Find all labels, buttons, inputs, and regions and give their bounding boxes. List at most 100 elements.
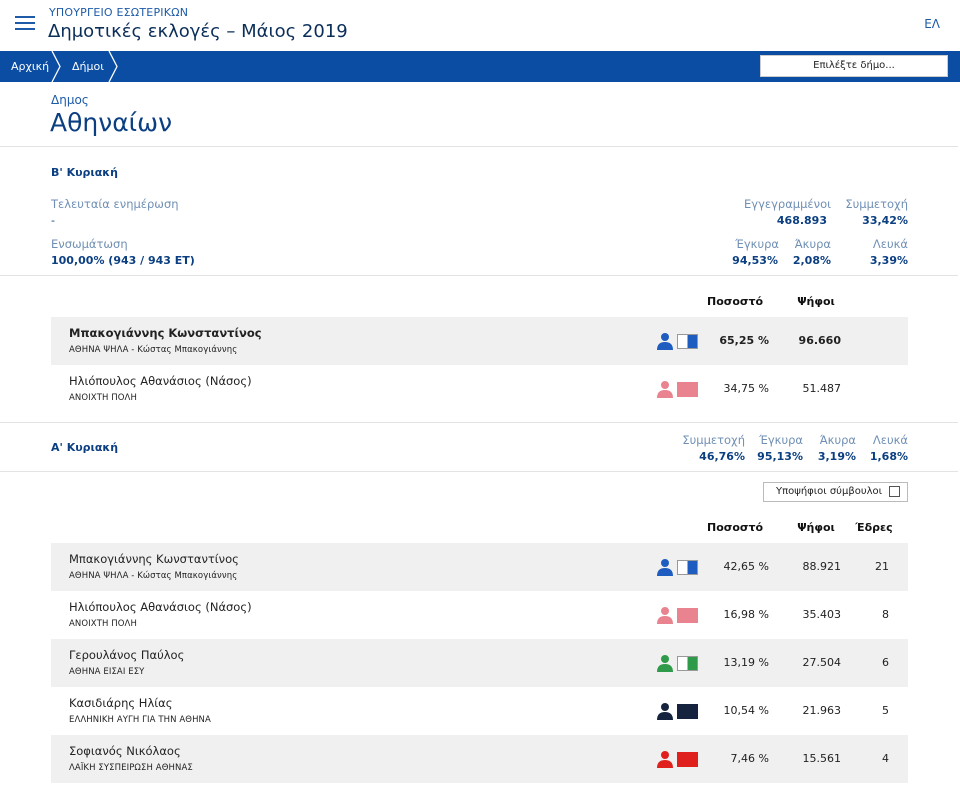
blank-value: 3,39% [869, 254, 908, 267]
candidate-name: Ηλιόπουλος Αθανάσιος (Νάσος) [69, 374, 252, 388]
round-a-title: Α' Κυριακή [51, 441, 119, 454]
blank-label: Λευκά [872, 237, 908, 251]
votes-value: 88.921 [802, 560, 842, 573]
valid-value: 95,13% [757, 450, 803, 463]
turnout-label: Συμμετοχή [682, 433, 745, 447]
table-row[interactable]: Ηλιόπουλος Αθανάσιος (Νάσος) ΑΝΟΙΧΤΗ ΠΟΛ… [51, 365, 908, 413]
divider [0, 146, 958, 147]
divider [0, 422, 958, 423]
column-header-seats: Έδρες [855, 521, 893, 534]
councillors-toggle-label: Υποψήφιοι σύμβουλοι [776, 486, 883, 497]
votes-value: 27.504 [802, 656, 842, 669]
candidate-person-icon [657, 559, 673, 576]
invalid-label: Άκυρα [794, 237, 831, 251]
party-name: ΛΑΪΚΗ ΣΥΣΠΕΙΡΩΣΗ ΑΘΗΝΑΣ [69, 763, 193, 773]
candidate-name: Μπακογιάννης Κωνσταντίνος [69, 552, 239, 566]
valid-label: Έγκυρα [735, 237, 779, 251]
table-row[interactable]: Σοφιανός Νικόλαος ΛΑΪΚΗ ΣΥΣΠΕΙΡΩΣΗ ΑΘΗΝΑ… [51, 735, 908, 783]
chevron-right-icon [108, 51, 118, 82]
municipality-label: Δημος [51, 93, 89, 107]
divider [0, 471, 958, 472]
valid-label: Έγκυρα [759, 433, 803, 447]
votes-value: 35.403 [802, 608, 842, 621]
candidate-name: Κασιδιάρης Ηλίας [69, 696, 173, 710]
percent-value: 65,25 % [719, 334, 769, 347]
municipality-select[interactable]: Επιλέξτε δήμο... [760, 55, 948, 77]
chevron-right-icon [51, 51, 61, 82]
percent-value: 13,19 % [723, 656, 769, 669]
table-row[interactable]: Γερουλάνος Παύλος ΑΘΗΝΑ ΕΙΣΑΙ ΕΣΥ 13,19 … [51, 639, 908, 687]
candidate-person-icon [657, 751, 673, 768]
votes-value: 96.660 [798, 334, 841, 347]
turnout-label: Συμμετοχή [845, 197, 908, 211]
councillors-checkbox[interactable] [889, 486, 900, 497]
blank-value: 1,68% [869, 450, 908, 463]
candidate-person-icon [657, 607, 673, 624]
round-b-title: Β' Κυριακή [51, 166, 118, 179]
breadcrumb-municipalities[interactable]: Δήμοι [72, 51, 104, 82]
party-name: ΑΝΟΙΧΤΗ ΠΟΛΗ [69, 393, 137, 403]
party-name: ΑΘΗΝΑ ΨΗΛΑ - Κώστας Μπακογιάννης [69, 345, 238, 355]
column-header-percent: Ποσοστό [706, 521, 764, 534]
invalid-value: 2,08% [792, 254, 831, 267]
table-row[interactable]: Μπακογιάννης Κωνσταντίνος ΑΘΗΝΑ ΨΗΛΑ - Κ… [51, 543, 908, 591]
last-update-value: - [51, 214, 55, 227]
column-header-percent: Ποσοστό [706, 295, 764, 308]
candidate-name: Μπακογιάννης Κωνσταντίνος [69, 326, 262, 340]
party-color-flag-icon [677, 560, 698, 575]
ministry-label: ΥΠΟΥΡΓΕΙΟ ΕΣΩΤΕΡΙΚΩΝ [49, 6, 189, 19]
table-row[interactable]: Κασιδιάρης Ηλίας ΕΛΛΗΝΙΚΗ ΑΥΓΗ ΓΙΑ ΤΗΝ Α… [51, 687, 908, 735]
hamburger-menu-icon[interactable] [15, 16, 35, 32]
party-name: ΕΛΛΗΝΙΚΗ ΑΥΓΗ ΓΙΑ ΤΗΝ ΑΘΗΝΑ [69, 715, 211, 725]
breadcrumb-home[interactable]: Αρχική [11, 51, 49, 82]
incorporation-label: Ενσωμάτωση [51, 237, 128, 251]
candidate-person-icon [657, 703, 673, 720]
valid-value: 94,53% [732, 254, 778, 267]
party-color-flag-icon [677, 608, 698, 623]
language-switch[interactable]: ΕΛ [924, 17, 940, 31]
candidate-name: Γερουλάνος Παύλος [69, 648, 185, 662]
percent-value: 7,46 % [730, 752, 769, 765]
incorporation-value: 100,00% (943 / 943 ΕΤ) [51, 254, 195, 267]
app-header: ΥΠΟΥΡΓΕΙΟ ΕΣΩΤΕΡΙΚΩΝ Δημοτικές εκλογές –… [0, 0, 960, 51]
invalid-label: Άκυρα [819, 433, 856, 447]
votes-value: 21.963 [802, 704, 842, 717]
turnout-value: 46,76% [699, 450, 745, 463]
seats-value: 4 [882, 752, 889, 765]
registered-value: 468.893 [776, 214, 827, 227]
party-color-flag-icon [677, 334, 698, 349]
party-color-flag-icon [677, 704, 698, 719]
percent-value: 10,54 % [723, 704, 769, 717]
divider [0, 275, 958, 276]
last-update-label: Τελευταία ενημέρωση [51, 197, 179, 211]
registered-label: Εγγεγραμμένοι [744, 197, 831, 211]
candidate-person-icon [657, 381, 673, 398]
blank-label: Λευκά [872, 433, 908, 447]
seats-value: 6 [882, 656, 889, 669]
party-name: ΑΘΗΝΑ ΨΗΛΑ - Κώστας Μπακογιάννης [69, 571, 238, 581]
seats-value: 5 [882, 704, 889, 717]
percent-value: 34,75 % [723, 382, 769, 395]
table-row[interactable]: Ηλιόπουλος Αθανάσιος (Νάσος) ΑΝΟΙΧΤΗ ΠΟΛ… [51, 591, 908, 639]
votes-value: 51.487 [802, 382, 842, 395]
percent-value: 16,98 % [723, 608, 769, 621]
votes-value: 15.561 [802, 752, 842, 765]
percent-value: 42,65 % [723, 560, 769, 573]
table-row[interactable]: Μπακογιάννης Κωνσταντίνος ΑΘΗΝΑ ΨΗΛΑ - Κ… [51, 317, 908, 365]
municipality-name: Αθηναίων [50, 108, 173, 137]
party-name: ΑΝΟΙΧΤΗ ΠΟΛΗ [69, 619, 137, 629]
column-header-votes: Ψήφοι [797, 521, 835, 534]
councillors-toggle[interactable]: Υποψήφιοι σύμβουλοι [763, 482, 908, 502]
party-color-flag-icon [677, 752, 698, 767]
party-name: ΑΘΗΝΑ ΕΙΣΑΙ ΕΣΥ [69, 667, 145, 677]
candidate-person-icon [657, 333, 673, 350]
party-color-flag-icon [677, 382, 698, 397]
party-color-flag-icon [677, 656, 698, 671]
invalid-value: 3,19% [817, 450, 856, 463]
breadcrumb: Αρχική Δήμοι Επιλέξτε δήμο... [0, 51, 960, 82]
candidate-name: Ηλιόπουλος Αθανάσιος (Νάσος) [69, 600, 252, 614]
candidate-person-icon [657, 655, 673, 672]
page-title: Δημοτικές εκλογές – Μάιος 2019 [48, 21, 348, 42]
candidate-name: Σοφιανός Νικόλαος [69, 744, 181, 758]
seats-value: 21 [875, 560, 889, 573]
